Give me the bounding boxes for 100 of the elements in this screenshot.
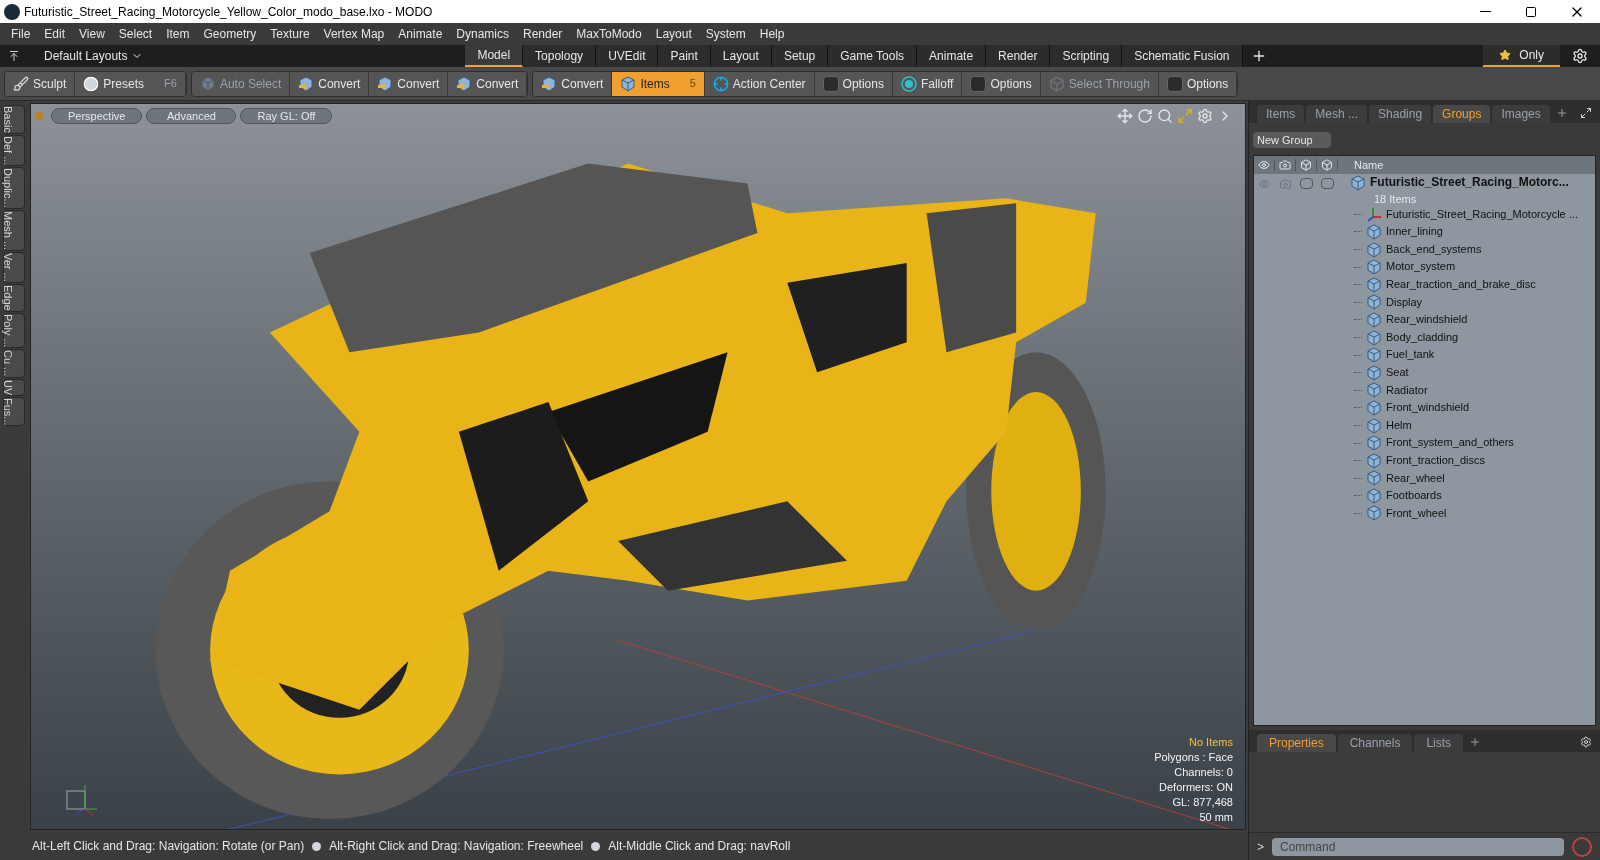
tree-item[interactable]: Motor_system: [1386, 258, 1456, 276]
tree-item[interactable]: Futuristic_Street_Racing_Motorcycle ...: [1386, 205, 1578, 224]
tree-item[interactable]: Rear_traction_and_brake_disc: [1386, 275, 1536, 294]
viewport-button[interactable]: Advanced: [146, 108, 237, 124]
tree-item[interactable]: Radiator: [1386, 381, 1428, 400]
menu-item[interactable]: Layout: [648, 23, 699, 45]
move-icon[interactable]: [1117, 108, 1133, 124]
cube-icon: [1366, 311, 1382, 328]
tree-item[interactable]: Front_windshield: [1386, 399, 1470, 417]
menu-item[interactable]: MaxToModo: [569, 23, 649, 45]
side-tab[interactable]: Fus...: [3, 396, 25, 427]
cube-icon: [1366, 364, 1382, 381]
viewport-button[interactable]: Ray GL: Off: [240, 108, 333, 124]
layout-tab[interactable]: Scripting: [1050, 45, 1123, 67]
tree-item[interactable]: Front_system_and_others: [1386, 434, 1514, 452]
panel-tab[interactable]: Mesh ...: [1306, 105, 1368, 123]
tree-item[interactable]: Fuel_tank: [1386, 346, 1435, 364]
only-toggle[interactable]: Only: [1483, 45, 1560, 67]
select-toggle[interactable]: [1321, 178, 1334, 189]
panel-tab[interactable]: Lists: [1414, 734, 1464, 752]
rotate-icon[interactable]: [1137, 108, 1153, 124]
panel-tab[interactable]: Groups: [1433, 105, 1491, 123]
menu-item[interactable]: System: [698, 23, 753, 45]
menu-item[interactable]: Texture: [263, 23, 317, 45]
brush-icon: [13, 75, 29, 92]
axis-icon: [1366, 206, 1382, 223]
cube-icon: [199, 75, 216, 92]
tree-item[interactable]: Rear_wheel: [1386, 469, 1445, 488]
expand-icon[interactable]: [1580, 107, 1592, 119]
menu-item[interactable]: Geometry: [196, 23, 264, 45]
add-tab-icon[interactable]: [1555, 107, 1568, 119]
group-name[interactable]: Futuristic_Street_Racing_Motorc...: [1370, 174, 1569, 192]
menu-item[interactable]: Vertex Map: [316, 23, 392, 45]
layout-tab[interactable]: Game Tools: [828, 45, 918, 67]
tree-item[interactable]: Footboards: [1386, 487, 1442, 505]
panel-tab[interactable]: Channels: [1337, 734, 1413, 752]
new-group-button[interactable]: New Group: [1253, 132, 1331, 148]
menu-item[interactable]: View: [72, 23, 112, 45]
tree-item[interactable]: Front_traction_discs: [1386, 451, 1486, 470]
tree-item[interactable]: Seat: [1386, 363, 1409, 382]
tree-item[interactable]: Rear_windshield: [1386, 311, 1468, 329]
layout-tab[interactable]: Schematic Fusion: [1122, 45, 1243, 67]
menu-item[interactable]: Item: [159, 23, 197, 45]
side-tab[interactable]: Edge: [3, 283, 25, 312]
menu-item[interactable]: Help: [752, 23, 792, 45]
minimize-icon: [1479, 11, 1491, 12]
tree-item[interactable]: Front_wheel: [1386, 504, 1447, 523]
layout-tab[interactable]: Topology: [523, 45, 597, 67]
panel-tab[interactable]: Properties: [1257, 734, 1336, 752]
cube-arrow-icon: [456, 75, 473, 92]
viewport[interactable]: Perspective Advanced Ray GL: Off No Items Polygons : Face Channels: 0 Deformers: ON GL: 877,468 50 mm: [30, 103, 1246, 830]
tree-item[interactable]: Back_end_systems: [1386, 240, 1482, 259]
side-tab[interactable]: Def ...: [3, 134, 25, 167]
cube-icon: [1366, 276, 1382, 293]
side-tab[interactable]: Basic: [3, 105, 25, 134]
cube-icon: [1366, 224, 1382, 240]
layout-tab[interactable]: UVEdit: [596, 45, 659, 67]
menu-item[interactable]: Dynamics: [449, 23, 516, 45]
layout-tab[interactable]: Render: [986, 45, 1051, 67]
layout-tab[interactable]: Setup: [771, 45, 829, 67]
record-icon[interactable]: [1572, 836, 1592, 857]
layout-tab[interactable]: Model: [465, 45, 524, 67]
cube-icon: [1366, 452, 1382, 469]
search-icon[interactable]: [1157, 108, 1173, 124]
viewport-info-text: GL: 877,468: [1172, 795, 1233, 810]
add-tab-icon[interactable]: [1469, 736, 1482, 748]
collapse-icon[interactable]: [8, 50, 20, 62]
side-tab[interactable]: Cu ...: [3, 349, 25, 378]
tree-item[interactable]: Body_cladding: [1386, 328, 1459, 347]
viewport-button[interactable]: Perspective: [51, 108, 143, 124]
lock-toggle[interactable]: [1300, 178, 1313, 189]
layout-tab[interactable]: Layout: [710, 45, 772, 67]
tree-item[interactable]: Inner_lining: [1386, 223, 1443, 241]
side-tab[interactable]: Ver ...: [3, 252, 25, 283]
menu-item[interactable]: Edit: [37, 23, 73, 45]
menu-item[interactable]: File: [4, 23, 38, 45]
settings-icon[interactable]: [1572, 48, 1588, 64]
side-tab[interactable]: Poly ...: [3, 312, 25, 349]
command-field[interactable]: Command: [1272, 837, 1564, 856]
panel-tab[interactable]: Shading: [1369, 105, 1432, 123]
menu-item[interactable]: Render: [516, 23, 570, 45]
layout-dropdown[interactable]: Default Layouts: [32, 47, 156, 65]
tree-item[interactable]: Helm: [1386, 416, 1412, 435]
tree-item[interactable]: Display: [1386, 293, 1423, 312]
side-tab[interactable]: UV: [3, 378, 25, 396]
cubes-icon: [1048, 75, 1065, 92]
side-tab[interactable]: Mesh ...: [3, 210, 25, 252]
status-text: Alt-Left Click and Drag: Navigation: Rotate (or Pan): [32, 838, 305, 855]
panel-tab[interactable]: Images: [1492, 105, 1550, 123]
menu-item[interactable]: Select: [111, 23, 160, 45]
toolbar-button[interactable]: Items 5: [612, 71, 705, 96]
settings-icon[interactable]: [1580, 736, 1592, 748]
cube-icon: [1366, 347, 1382, 364]
layout-tab[interactable]: Animate: [917, 45, 987, 67]
side-tab[interactable]: Duplic...: [3, 167, 25, 209]
toolbar-button[interactable]: Sculpt: [5, 71, 76, 96]
toolbar-button[interactable]: Convert: [533, 71, 613, 96]
panel-tab[interactable]: Items: [1257, 105, 1305, 123]
layout-tab[interactable]: Paint: [658, 45, 711, 67]
menu-item[interactable]: Animate: [391, 23, 450, 45]
